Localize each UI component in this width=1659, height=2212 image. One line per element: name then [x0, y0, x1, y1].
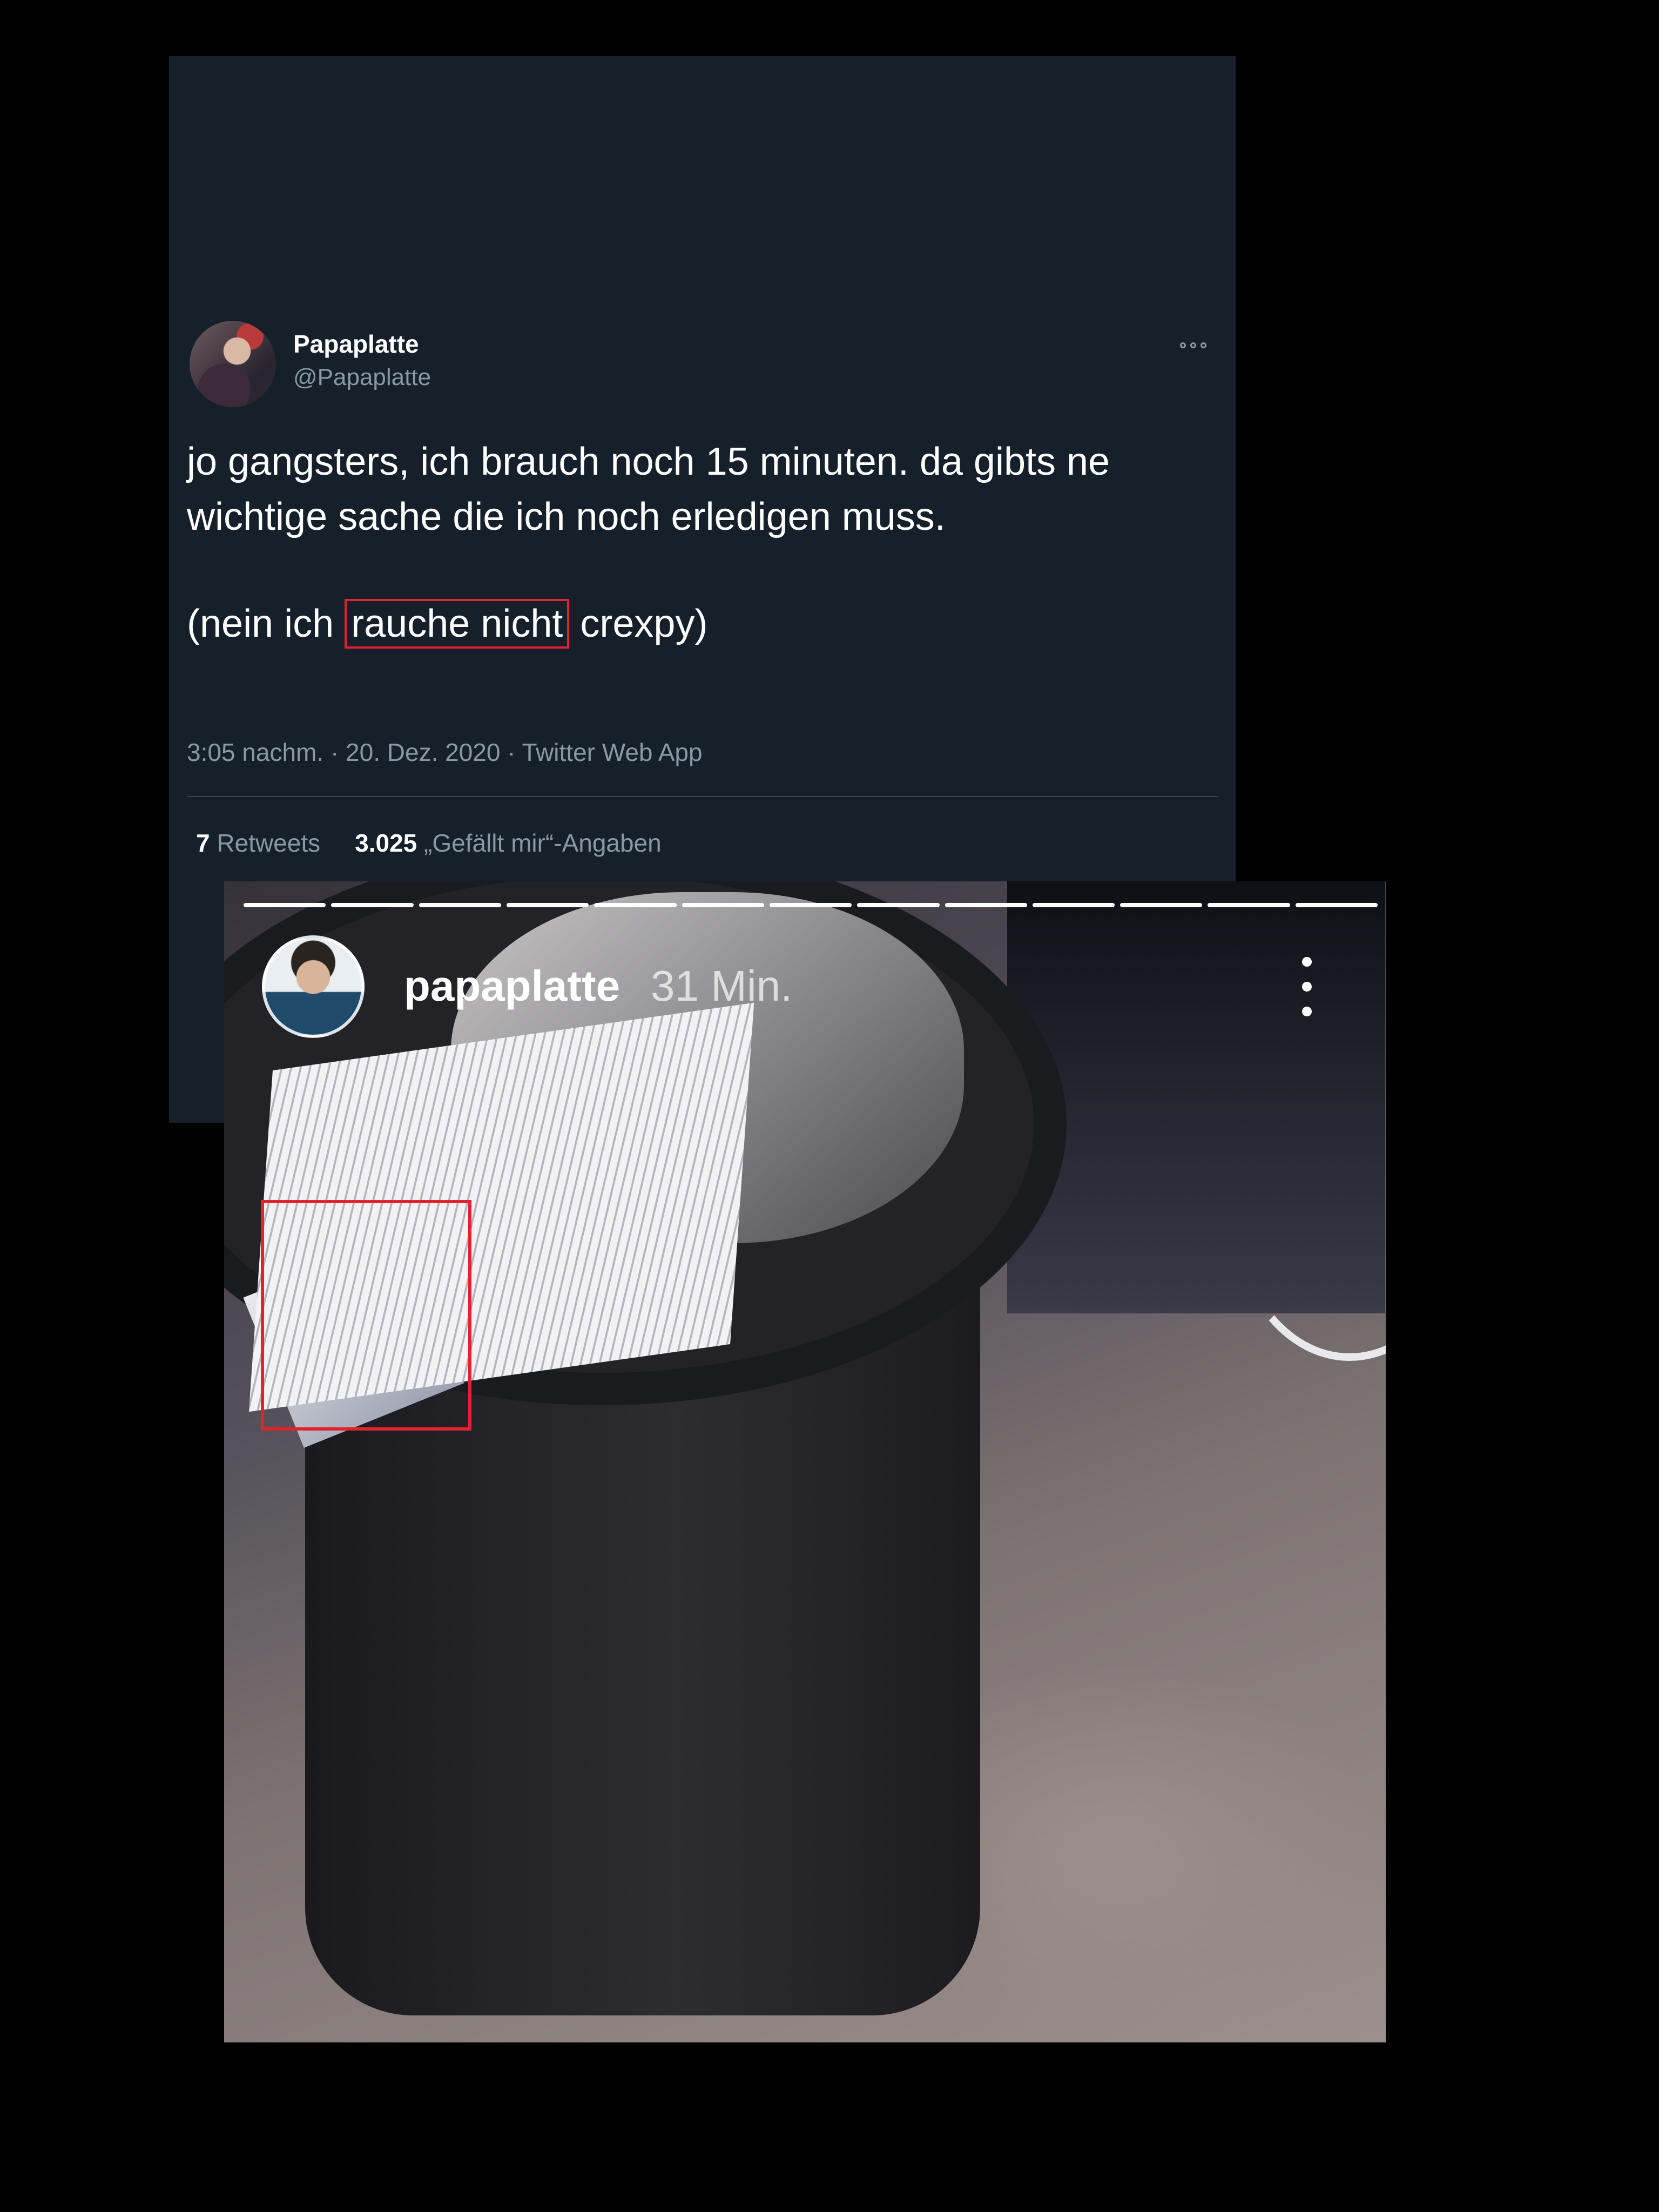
story-progress-segment	[506, 903, 589, 907]
story-avatar[interactable]	[262, 935, 365, 1038]
tweet-text-paragraph: (nein ich rauche nicht crexpy)	[187, 596, 1213, 651]
story-progress-bar	[244, 903, 1378, 907]
story-progress-segment	[331, 903, 414, 907]
instagram-story[interactable]: papaplatte 31 Min.	[224, 881, 1386, 2042]
story-time: 31 Min.	[651, 962, 793, 1010]
tweet-text: jo gangsters, ich brauch noch 15 minuten…	[187, 434, 1213, 651]
retweets-stat[interactable]: 7 Retweets	[196, 828, 320, 858]
story-progress-segment	[1208, 903, 1290, 907]
story-progress-segment	[769, 903, 852, 907]
story-progress-segment	[857, 903, 940, 907]
likes-stat[interactable]: 3.025 „Gefällt mir“-Angaben	[355, 828, 662, 858]
divider	[187, 796, 1218, 797]
highlighted-phrase: rauche nicht	[345, 599, 570, 649]
likes-label: „Gefällt mir“-Angaben	[424, 829, 662, 857]
tweet-text-line: jo gangsters, ich brauch noch 15 minuten…	[187, 440, 1110, 483]
tweet-text-fragment: crexpy)	[569, 602, 708, 645]
tweet-text-fragment: (nein ich	[187, 602, 345, 645]
tweet-avatar[interactable]	[190, 321, 276, 407]
story-progress-segment	[244, 903, 326, 907]
story-progress-segment	[1032, 903, 1115, 907]
tweet-handle[interactable]: @Papaplatte	[293, 364, 431, 391]
story-progress-segment	[1120, 903, 1203, 907]
retweets-count: 7	[196, 829, 210, 857]
story-progress-segment	[945, 903, 1027, 907]
tweet-stats: 7 Retweets 3.025 „Gefällt mir“-Angaben	[196, 828, 662, 858]
story-progress-segment	[594, 903, 677, 907]
tweet-text-line: wichtige sache die ich noch erledigen mu…	[187, 495, 946, 538]
story-progress-segment	[1295, 903, 1378, 907]
story-username[interactable]: papaplatte	[404, 961, 620, 1011]
tweet-timestamp[interactable]: 3:05 nachm. · 20. Dez. 2020 · Twitter We…	[187, 738, 703, 767]
story-more-icon[interactable]	[1299, 957, 1315, 1016]
likes-count: 3.025	[355, 829, 417, 857]
more-options-icon[interactable]	[1177, 337, 1209, 353]
story-progress-segment	[419, 903, 501, 907]
retweets-label: Retweets	[217, 829, 321, 857]
highlight-box	[261, 1200, 471, 1431]
story-progress-segment	[682, 903, 764, 907]
tweet-display-name[interactable]: Papaplatte	[293, 329, 419, 359]
